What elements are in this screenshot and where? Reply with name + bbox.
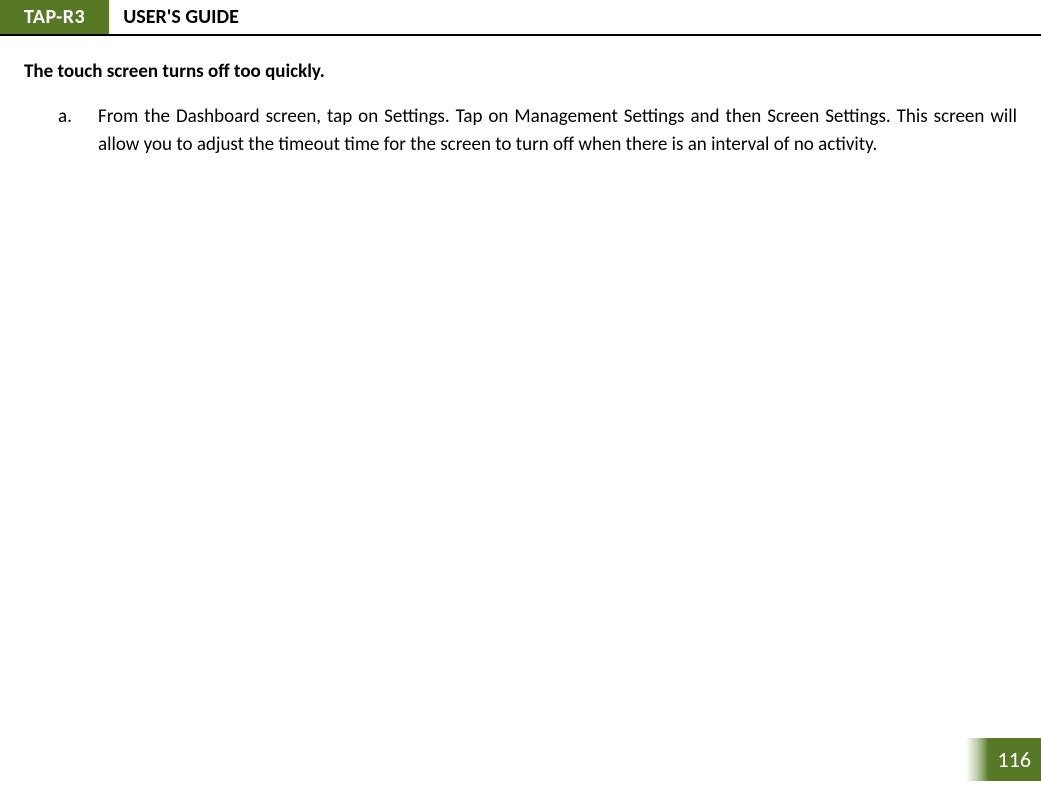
page-header: TAP-R3 USER'S GUIDE	[0, 0, 1041, 36]
header-tab: TAP-R3	[0, 0, 109, 34]
list-text: From the Dashboard screen, tap on Settin…	[98, 103, 1017, 158]
page-content: The touch screen turns off too quickly. …	[0, 60, 1041, 158]
list-marker: a.	[58, 103, 98, 158]
header-title: USER'S GUIDE	[109, 0, 239, 34]
page-number: 116	[984, 738, 1041, 781]
section-heading: The touch screen turns off too quickly.	[24, 60, 1017, 83]
list-item: a. From the Dashboard screen, tap on Set…	[24, 103, 1017, 158]
